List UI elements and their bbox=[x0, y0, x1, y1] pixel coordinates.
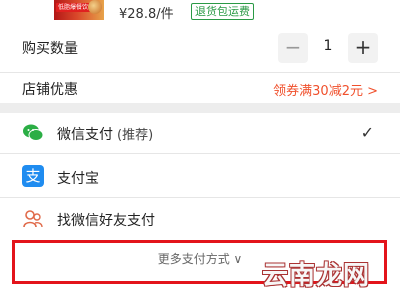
watermark: 云南龙网 bbox=[262, 261, 371, 291]
payment-option-alipay[interactable]: 支 支付宝 bbox=[0, 154, 400, 198]
return-shipping-badge: 退货包运费 bbox=[191, 3, 254, 20]
food-image bbox=[88, 0, 102, 14]
product-thumbnail[interactable]: 低脂爆餐饮健 bbox=[54, 0, 104, 20]
alipay-label: 支付宝 bbox=[57, 171, 99, 187]
decrease-quantity-button[interactable]: − bbox=[278, 33, 308, 63]
alipay-icon: 支 bbox=[22, 165, 44, 187]
selected-check-icon: ✓ bbox=[360, 123, 374, 142]
product-price: ¥28.8/件 bbox=[119, 7, 174, 22]
coupon-link[interactable]: 领券满30减2元 > bbox=[273, 80, 378, 99]
shop-discount-label: 店铺优惠 bbox=[22, 82, 78, 98]
product-card: 低脂爆餐饮健 ¥28.8/件 退货包运费 bbox=[0, 0, 400, 23]
quantity-value[interactable]: 1 bbox=[318, 38, 338, 54]
quantity-row: 购买数量 − 1 + bbox=[0, 23, 400, 73]
payment-option-friend[interactable]: 找微信好友支付 bbox=[0, 198, 400, 240]
quantity-label: 购买数量 bbox=[22, 41, 78, 57]
wechat-pay-icon bbox=[22, 122, 44, 144]
shop-discount-row[interactable]: 店铺优惠 领券满30减2元 > bbox=[0, 73, 400, 103]
payment-option-wechat[interactable]: 微信支付 (推荐) ✓ bbox=[0, 113, 400, 154]
friends-icon bbox=[22, 208, 44, 230]
increase-quantity-button[interactable]: + bbox=[348, 33, 378, 63]
friend-pay-label: 找微信好友支付 bbox=[57, 213, 155, 229]
wechat-pay-label: 微信支付 (推荐) bbox=[57, 127, 154, 143]
